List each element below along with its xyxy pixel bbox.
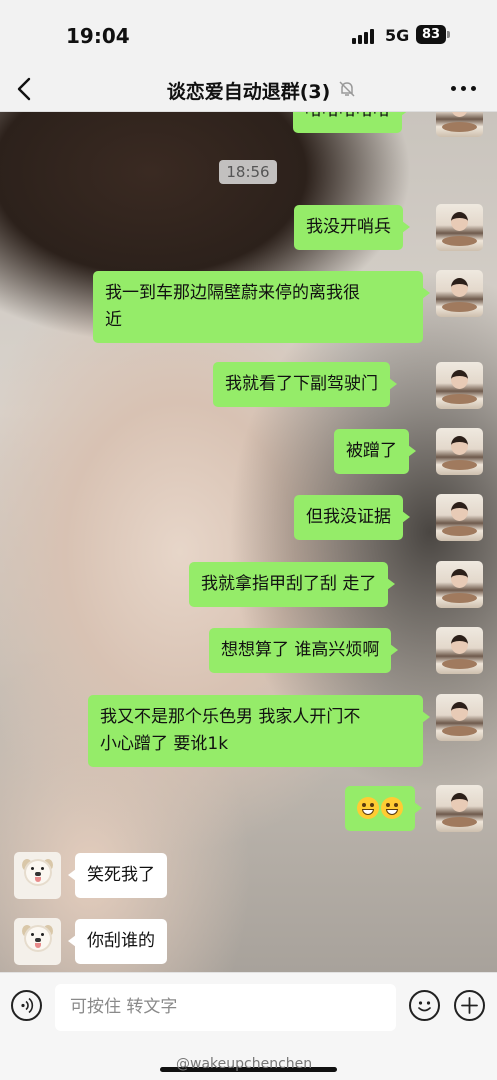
message-text: 我一到车那边隔壁蔚来停的离我很 bbox=[105, 283, 360, 303]
chat-header: 谈恋爱自动退群(3) bbox=[0, 66, 497, 112]
network-label: 5G bbox=[385, 26, 410, 45]
avatar[interactable] bbox=[436, 785, 483, 832]
message-bubble[interactable]: 我就看了下副驾驶门 bbox=[213, 362, 397, 407]
avatar[interactable] bbox=[436, 694, 483, 741]
avatar[interactable] bbox=[436, 561, 483, 608]
message-text: 我没开哨兵 bbox=[306, 217, 391, 237]
message-bubble[interactable]: 我一到车那边隔壁蔚来停的离我很 近 bbox=[93, 271, 430, 343]
avatar[interactable] bbox=[436, 112, 483, 137]
voice-icon[interactable] bbox=[11, 990, 42, 1021]
emoji-icon[interactable] bbox=[409, 990, 440, 1021]
avatar[interactable] bbox=[436, 270, 483, 317]
status-time: 19:04 bbox=[66, 24, 130, 48]
status-bar: 19:04 5G 83 bbox=[0, 0, 497, 66]
message-bubble[interactable]: 我又不是那个乐色男 我家人开门不 小心蹭了 要讹1k bbox=[88, 695, 430, 767]
message-text: 但我没证据 bbox=[306, 507, 391, 527]
avatar[interactable] bbox=[436, 204, 483, 251]
message-text: 你刮谁的 bbox=[87, 931, 155, 951]
message-text: 想想算了 谁高兴烦啊 bbox=[221, 640, 380, 660]
message-text: 被蹭了 bbox=[346, 441, 397, 461]
chat-title: 谈恋爱自动退群(3) bbox=[166, 81, 331, 103]
message-bubble[interactable]: 你刮谁的 bbox=[68, 919, 167, 964]
signal-icon bbox=[352, 28, 376, 44]
message-input[interactable]: 可按住 转文字 bbox=[55, 984, 396, 1031]
message-text: 近 bbox=[105, 310, 122, 330]
avatar[interactable] bbox=[14, 852, 61, 899]
watermark-text: @wakeupchenchen bbox=[176, 1056, 313, 1072]
avatar[interactable] bbox=[436, 494, 483, 541]
grin-emoji-icon bbox=[357, 797, 379, 819]
avatar[interactable] bbox=[436, 428, 483, 475]
mute-bell-icon bbox=[338, 80, 356, 98]
message-bubble[interactable]: 我就拿指甲刮了刮 走了 bbox=[189, 562, 396, 607]
message-bubble-emoji[interactable] bbox=[345, 786, 422, 831]
message-timestamp: 18:56 bbox=[219, 160, 277, 184]
battery-nub bbox=[447, 31, 450, 38]
battery-icon: 83 bbox=[416, 25, 446, 44]
message-text: 哈哈哈哈哈 bbox=[305, 112, 390, 120]
message-bubble[interactable]: 被蹭了 bbox=[334, 429, 416, 474]
avatar[interactable] bbox=[14, 918, 61, 965]
message-text: 我就看了下副驾驶门 bbox=[225, 374, 378, 394]
message-text: 小心蹭了 要讹1k bbox=[100, 734, 229, 754]
message-text: 我就拿指甲刮了刮 走了 bbox=[201, 574, 377, 594]
plus-icon[interactable] bbox=[454, 990, 485, 1021]
avatar[interactable] bbox=[436, 362, 483, 409]
message-bubble-partial[interactable]: 哈哈哈哈哈 bbox=[293, 112, 409, 133]
chat-messages[interactable]: 哈哈哈哈哈 18:56 我没开哨兵 我一到车那边隔壁蔚来停的离我很 近 我就看了… bbox=[0, 112, 497, 972]
message-text: 我又不是那个乐色男 我家人开门不 bbox=[100, 707, 361, 727]
input-bar: 可按住 转文字 @wakeupchenchen bbox=[0, 972, 497, 1080]
message-bubble[interactable]: 想想算了 谁高兴烦啊 bbox=[209, 628, 399, 673]
more-dots-icon[interactable] bbox=[451, 86, 477, 92]
message-bubble[interactable]: 笑死我了 bbox=[68, 853, 167, 898]
grin-emoji-icon bbox=[381, 797, 403, 819]
avatar[interactable] bbox=[436, 627, 483, 674]
message-bubble[interactable]: 我没开哨兵 bbox=[294, 205, 410, 250]
message-bubble[interactable]: 但我没证据 bbox=[294, 495, 410, 540]
message-text: 笑死我了 bbox=[87, 865, 155, 885]
